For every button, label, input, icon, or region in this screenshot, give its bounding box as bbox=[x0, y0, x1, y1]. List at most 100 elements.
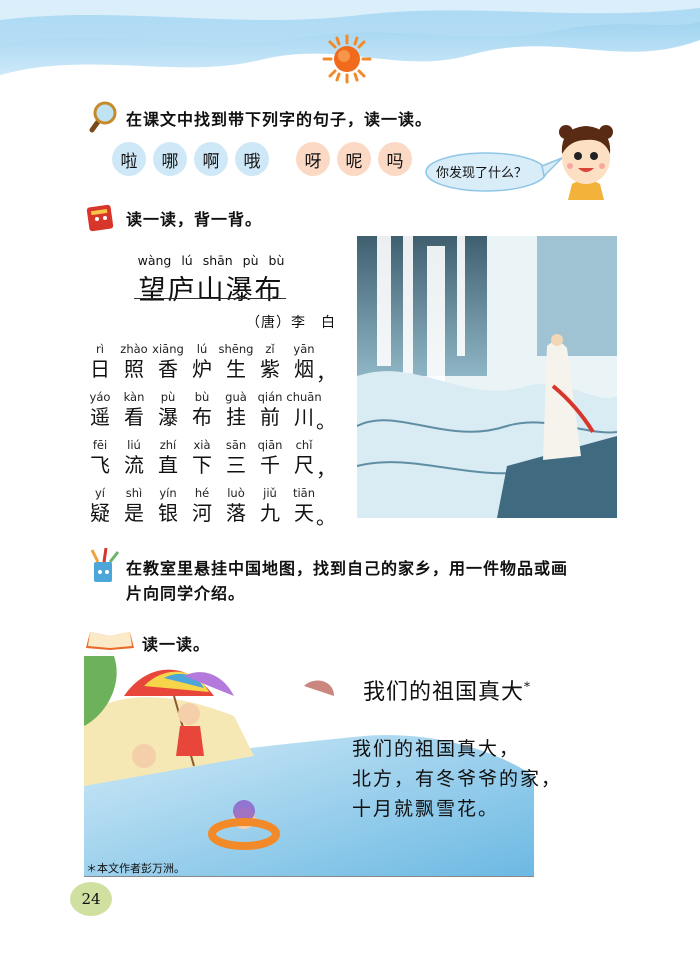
poem-character: xiāng 香 bbox=[150, 342, 186, 381]
char-pill: 哪 bbox=[153, 142, 187, 176]
song-line: 十月就飘雪花。 bbox=[352, 798, 500, 820]
song-title-text: 我们的祖国真大 bbox=[363, 680, 525, 705]
open-book-icon bbox=[86, 632, 134, 650]
poem-character: liú 流 bbox=[116, 438, 152, 477]
poem-pinyin: shì bbox=[125, 486, 143, 500]
poem-hanzi: 千 bbox=[260, 453, 280, 477]
poem-hanzi: 紫 bbox=[260, 357, 280, 381]
poem-body: rì 日 zhào 照 xiāng 香 lú 炉 shēng 生 zǐ 紫 yān 烟， yáo 遥 kàn 看 p… bbox=[82, 342, 352, 529]
poem-hanzi: 香 bbox=[158, 357, 178, 381]
poem-hanzi: 挂 bbox=[226, 405, 246, 429]
waterfall-painting bbox=[357, 236, 617, 518]
poem-character: yáo 遥 bbox=[82, 390, 118, 429]
poem-character: yín 银 bbox=[150, 486, 186, 525]
song-title: 我们的祖国真大* bbox=[363, 674, 531, 706]
poem-pinyin: yáo bbox=[89, 390, 111, 404]
footnote: ＊本文作者彭万洲。 bbox=[86, 862, 185, 875]
char-pill: 呀 bbox=[296, 142, 330, 176]
poem-character: guà 挂 bbox=[218, 390, 254, 429]
poem-title: 望庐山瀑布 bbox=[138, 275, 284, 306]
poem-pinyin: chuān bbox=[286, 390, 322, 404]
poem-character: xià 下 bbox=[184, 438, 220, 477]
poem-pinyin: lú bbox=[196, 342, 208, 356]
poem-character: zhí 直 bbox=[150, 438, 186, 477]
poem-pinyin: liú bbox=[127, 438, 141, 452]
poem-pinyin: bù bbox=[194, 390, 210, 404]
poem-pinyin: xià bbox=[193, 438, 211, 452]
book-character-icon bbox=[86, 204, 114, 232]
char-pill: 吗 bbox=[378, 142, 412, 176]
poem-pinyin: tiān bbox=[292, 486, 316, 500]
poem-hanzi: 九 bbox=[260, 501, 280, 525]
section1-instruction: 在课文中找到带下列字的句子，读一读。 bbox=[126, 110, 433, 129]
poem-hanzi: 下 bbox=[192, 453, 212, 477]
song-line: 北方，有冬爷爷的家， bbox=[352, 768, 563, 790]
orange-char-group: 呀 呢 吗 bbox=[296, 142, 412, 176]
poem-punctuation: ， bbox=[316, 457, 336, 481]
poem-hanzi: 生 bbox=[226, 357, 246, 381]
pencil-cup-icon bbox=[90, 548, 120, 582]
poem-character: luò 落 bbox=[218, 486, 254, 525]
poem-character: sān 三 bbox=[218, 438, 254, 477]
poem-title-underline bbox=[134, 298, 286, 299]
poem-character: kàn 看 bbox=[116, 390, 152, 429]
poem-character: lú 炉 bbox=[184, 342, 220, 381]
poem-hanzi: 日 bbox=[90, 357, 110, 381]
sun-icon bbox=[322, 34, 372, 84]
poem-pinyin: shēng bbox=[218, 342, 254, 356]
char-pill: 呢 bbox=[337, 142, 371, 176]
page-number: 24 bbox=[70, 882, 112, 916]
section2-instruction: 读一读，背一背。 bbox=[126, 210, 263, 229]
song-line: 我们的祖国真大， bbox=[352, 738, 521, 760]
poem-hanzi: 瀑 bbox=[158, 405, 178, 429]
poem-hanzi: 照 bbox=[124, 357, 144, 381]
poem-character: fēi 飞 bbox=[82, 438, 118, 477]
blue-char-group: 啦 哪 啊 哦 bbox=[112, 142, 269, 176]
section3-instruction-line2: 片向同学介绍。 bbox=[126, 584, 246, 603]
poem-pinyin: yín bbox=[159, 486, 177, 500]
poem-pinyin: zhí bbox=[159, 438, 177, 452]
poem-pinyin: kàn bbox=[123, 390, 145, 404]
poem-hanzi: 河 bbox=[192, 501, 212, 525]
poem-pinyin: rì bbox=[96, 342, 104, 356]
poem-pinyin: qián bbox=[257, 390, 283, 404]
poem-character: shì 是 bbox=[116, 486, 152, 525]
poem-character: shēng 生 bbox=[218, 342, 254, 381]
poem-hanzi: 疑 bbox=[90, 501, 110, 525]
poem-hanzi: 看 bbox=[124, 405, 144, 429]
poem-pinyin: zǐ bbox=[265, 342, 275, 356]
magnifier-icon bbox=[89, 101, 117, 133]
poem-pinyin: guà bbox=[225, 390, 247, 404]
char-pill: 啊 bbox=[194, 142, 228, 176]
poem-hanzi: 银 bbox=[158, 501, 178, 525]
poem-pinyin: yān bbox=[293, 342, 315, 356]
section4-instruction: 读一读。 bbox=[142, 635, 211, 654]
poem-pinyin: sān bbox=[225, 438, 247, 452]
poem-character: zǐ 紫 bbox=[252, 342, 288, 381]
char-pill: 啦 bbox=[112, 142, 146, 176]
poem-character: hé 河 bbox=[184, 486, 220, 525]
poem-hanzi: 布 bbox=[192, 405, 212, 429]
poem-character: yí 疑 bbox=[82, 486, 118, 525]
poem-character: bù 布 bbox=[184, 390, 220, 429]
poem-character: jiǔ 九 bbox=[252, 486, 288, 525]
poem-punctuation: 。 bbox=[316, 409, 336, 433]
poem-pinyin: fēi bbox=[92, 438, 108, 452]
poem-pinyin: qiān bbox=[257, 438, 283, 452]
poem-pinyin: hé bbox=[194, 486, 210, 500]
poem-pinyin: yí bbox=[94, 486, 105, 500]
poem-character: rì 日 bbox=[82, 342, 118, 381]
char-pill: 哦 bbox=[235, 142, 269, 176]
poem-character: zhào 照 bbox=[116, 342, 152, 381]
poem-title-pinyin: wàng lú shān pù bù bbox=[137, 253, 285, 268]
poem-pinyin: chǐ bbox=[295, 438, 313, 452]
poem-character: qián 前 bbox=[252, 390, 288, 429]
poem-pinyin: jiǔ bbox=[263, 486, 277, 500]
song-title-asterisk: * bbox=[524, 679, 532, 694]
poem-punctuation: 。 bbox=[316, 505, 336, 529]
poem-pinyin: pù bbox=[160, 390, 176, 404]
poem-pinyin: zhào bbox=[120, 342, 148, 356]
poem-hanzi: 遥 bbox=[90, 405, 110, 429]
poem-hanzi: 前 bbox=[260, 405, 280, 429]
poem-hanzi: 是 bbox=[124, 501, 144, 525]
